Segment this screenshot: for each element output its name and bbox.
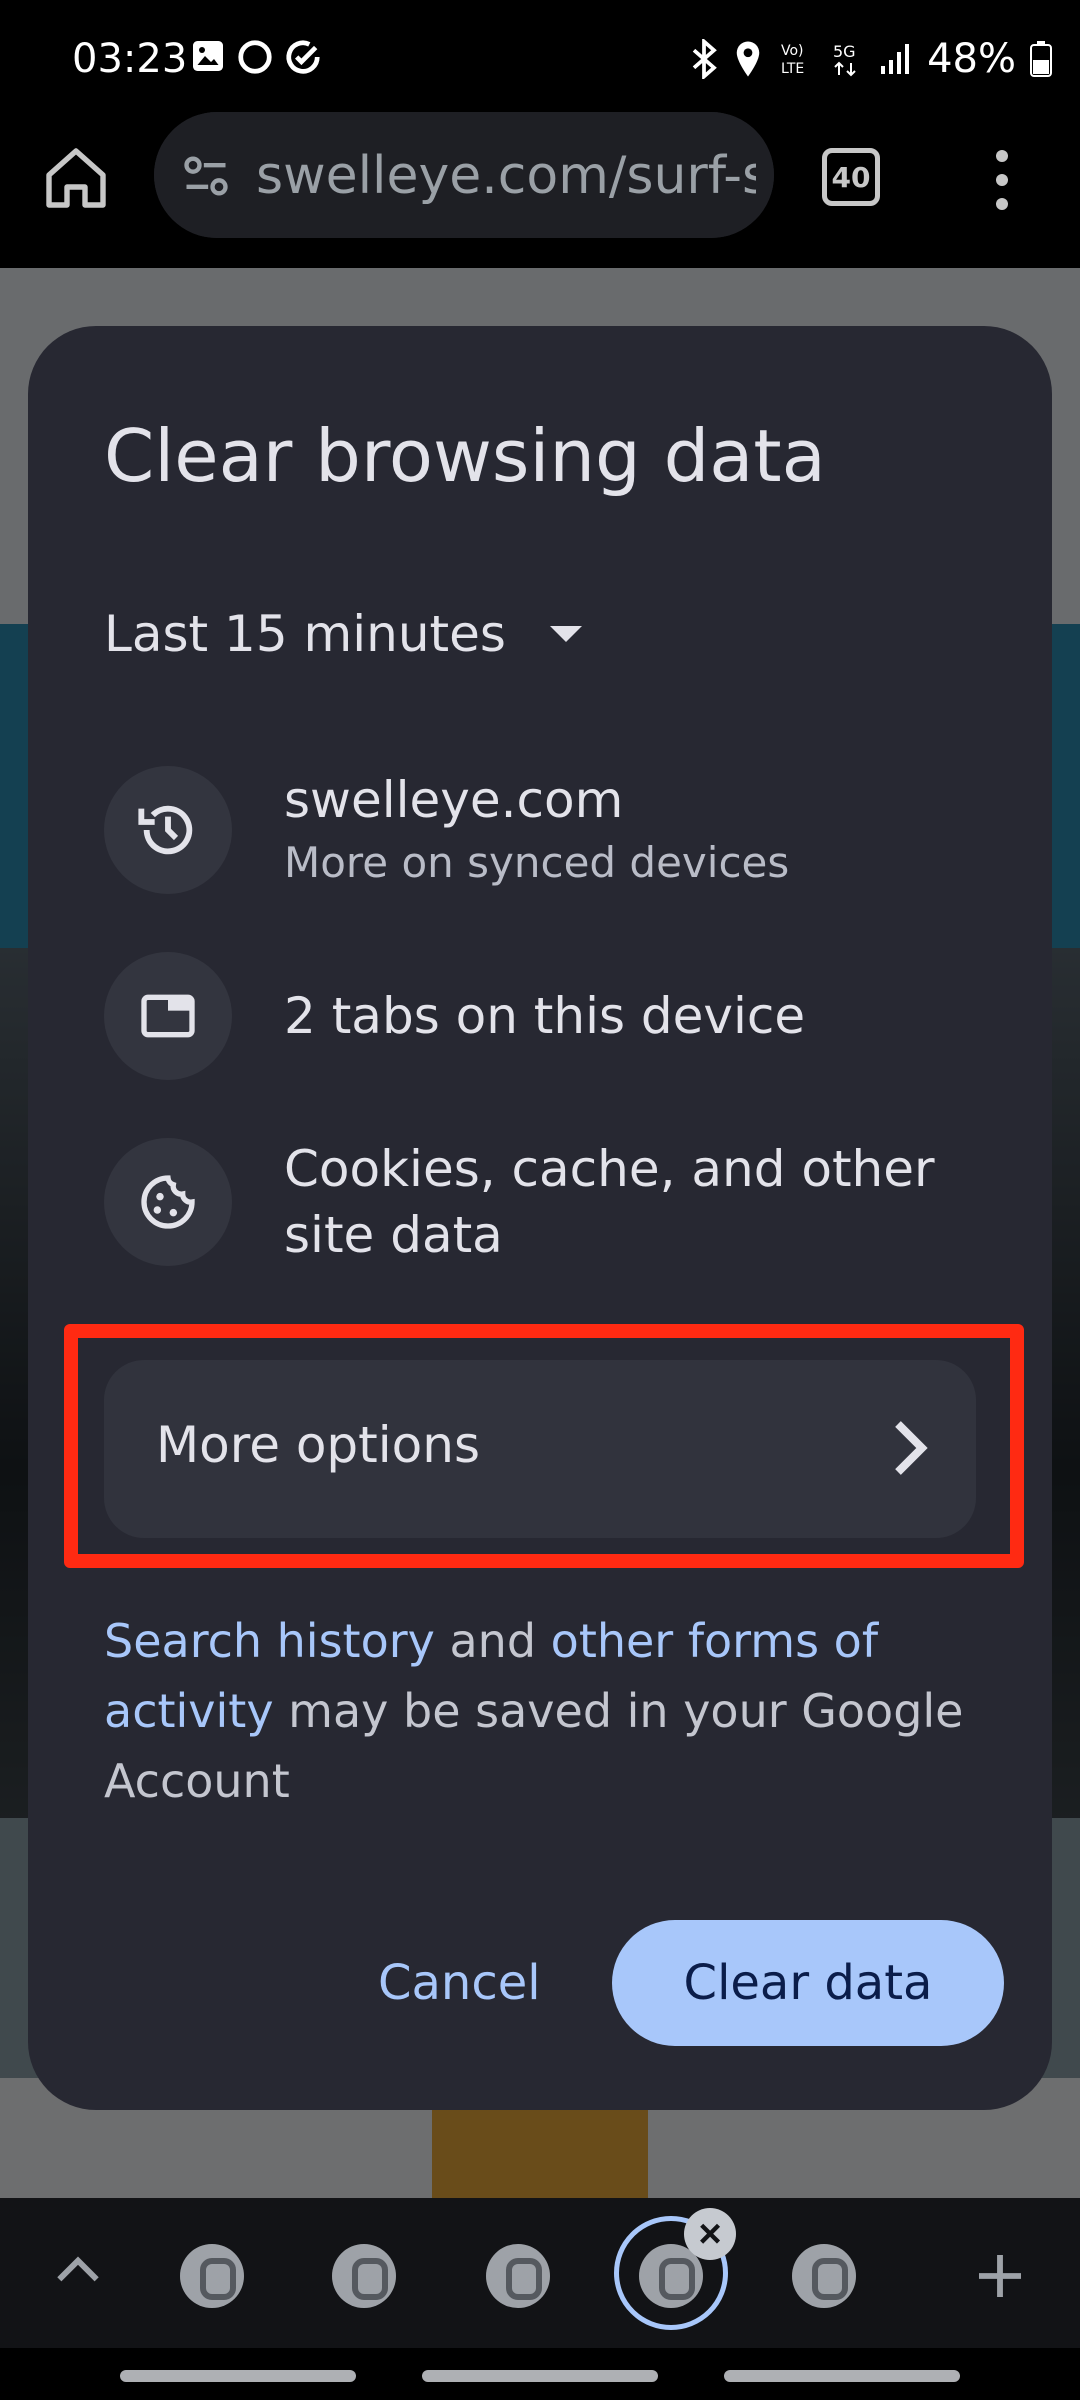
notice-text-1: and xyxy=(434,1614,551,1668)
clear-browsing-data-dialog: Clear browsing data Last 15 minutes swel… xyxy=(28,326,1052,2110)
tab-favicon[interactable] xyxy=(792,2244,856,2308)
tab-icon xyxy=(104,952,232,1080)
location-icon xyxy=(736,41,760,77)
cookie-icon xyxy=(104,1138,232,1266)
recents-pill[interactable] xyxy=(120,2370,356,2382)
clear-data-button[interactable]: Clear data xyxy=(612,1920,1004,2046)
svg-text:5G: 5G xyxy=(833,42,856,61)
home-icon[interactable] xyxy=(40,142,112,214)
cookies-item-title: Cookies, cache, and other site data xyxy=(284,1140,935,1264)
battery-icon xyxy=(1030,41,1052,77)
annotation-highlight-box xyxy=(64,1324,1024,1568)
battery-percent: 48% xyxy=(927,36,1016,82)
5g-icon: 5G xyxy=(833,42,856,77)
history-item: swelleye.com More on synced devices xyxy=(104,766,789,894)
signal-icon xyxy=(881,44,910,74)
back-pill[interactable] xyxy=(724,2370,960,2382)
cancel-button[interactable]: Cancel xyxy=(348,1920,571,2046)
check-circle-icon xyxy=(286,40,320,74)
tabs-item-title: 2 tabs on this device xyxy=(284,987,806,1045)
dialog-title: Clear browsing data xyxy=(104,414,826,498)
tabs-item: 2 tabs on this device xyxy=(104,952,805,1080)
tab-favicon[interactable] xyxy=(486,2244,550,2308)
cookies-item: Cookies, cache, and other site data xyxy=(104,1136,984,1268)
status-bar: 03:23 Vo) LTE 5G 48% xyxy=(0,0,1080,118)
new-tab-icon[interactable] xyxy=(972,2248,1028,2304)
tab-favicon[interactable] xyxy=(180,2244,244,2308)
status-left-icons xyxy=(190,38,322,76)
close-tab-icon[interactable]: × xyxy=(684,2208,736,2260)
tab-switcher-button[interactable]: 40 xyxy=(822,148,880,206)
image-icon xyxy=(193,41,223,71)
volte-icon: Vo) LTE xyxy=(781,43,804,77)
chevron-up-icon[interactable] xyxy=(50,2242,106,2298)
omnibox[interactable]: swelleye.com/surf-s xyxy=(154,112,774,238)
tab-favicon[interactable] xyxy=(332,2244,396,2308)
home-pill[interactable] xyxy=(422,2370,658,2382)
time-range-dropdown[interactable]: Last 15 minutes xyxy=(104,594,582,674)
history-item-title: swelleye.com xyxy=(284,771,624,829)
history-icon xyxy=(104,766,232,894)
svg-text:Vo): Vo) xyxy=(781,43,804,59)
url-text[interactable]: swelleye.com/surf-s xyxy=(256,146,756,206)
more-vert-icon[interactable] xyxy=(992,148,1012,212)
history-item-subtitle: More on synced devices xyxy=(284,838,790,887)
page-info-icon[interactable] xyxy=(180,150,232,202)
dropdown-arrow-icon xyxy=(549,626,582,642)
bluetooth-icon xyxy=(692,39,717,79)
time-range-value: Last 15 minutes xyxy=(104,605,506,663)
navigation-gesture-bar xyxy=(0,2348,1080,2400)
search-history-link[interactable]: Search history xyxy=(104,1614,435,1668)
status-time: 03:23 xyxy=(72,36,188,82)
status-right-icons: Vo) LTE 5G 48% xyxy=(689,36,1052,82)
activity-notice: Search history and other forms of activi… xyxy=(104,1606,964,1816)
circle-icon xyxy=(238,40,272,74)
tab-strip: × xyxy=(0,2198,1080,2348)
svg-text:LTE: LTE xyxy=(781,61,804,77)
